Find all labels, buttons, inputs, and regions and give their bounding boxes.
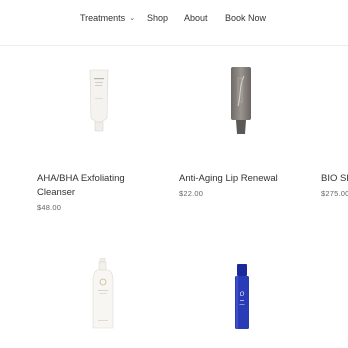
product-image-white-bottle[interactable] [91,258,115,330]
svg-text:Ο: Ο [240,292,245,298]
product-image-cleanser[interactable] [88,68,110,132]
nav-item-about[interactable]: About [184,12,208,24]
nav-item-label: Treatments [80,13,126,23]
product-image-lip-renewal[interactable] [229,66,253,136]
product-title-line[interactable]: Cleanser [37,186,75,200]
chevron-down-icon: ⌄ [129,15,136,22]
product-price: $22.00 [179,189,204,198]
product-price: $48.00 [37,203,62,212]
product-price: $275.00 [321,189,348,198]
nav-item-treatments[interactable]: Treatments ⌄ [80,12,135,25]
nav-item-book-now[interactable]: Book Now [225,12,266,24]
main-nav: Treatments ⌄ Shop About Book Now [0,0,348,46]
product-title-line[interactable]: BIO SE [321,172,348,186]
nav-item-shop[interactable]: Shop [147,12,168,24]
product-title-line[interactable]: Anti-Aging Lip Renewal [179,172,278,186]
page: Treatments ⌄ Shop About Book Now AHA/BHA … [0,0,348,348]
product-title-line[interactable]: AHA/BHA Exfoliating [37,172,125,186]
product-image-blue-bottle[interactable]: Ο [234,264,250,330]
